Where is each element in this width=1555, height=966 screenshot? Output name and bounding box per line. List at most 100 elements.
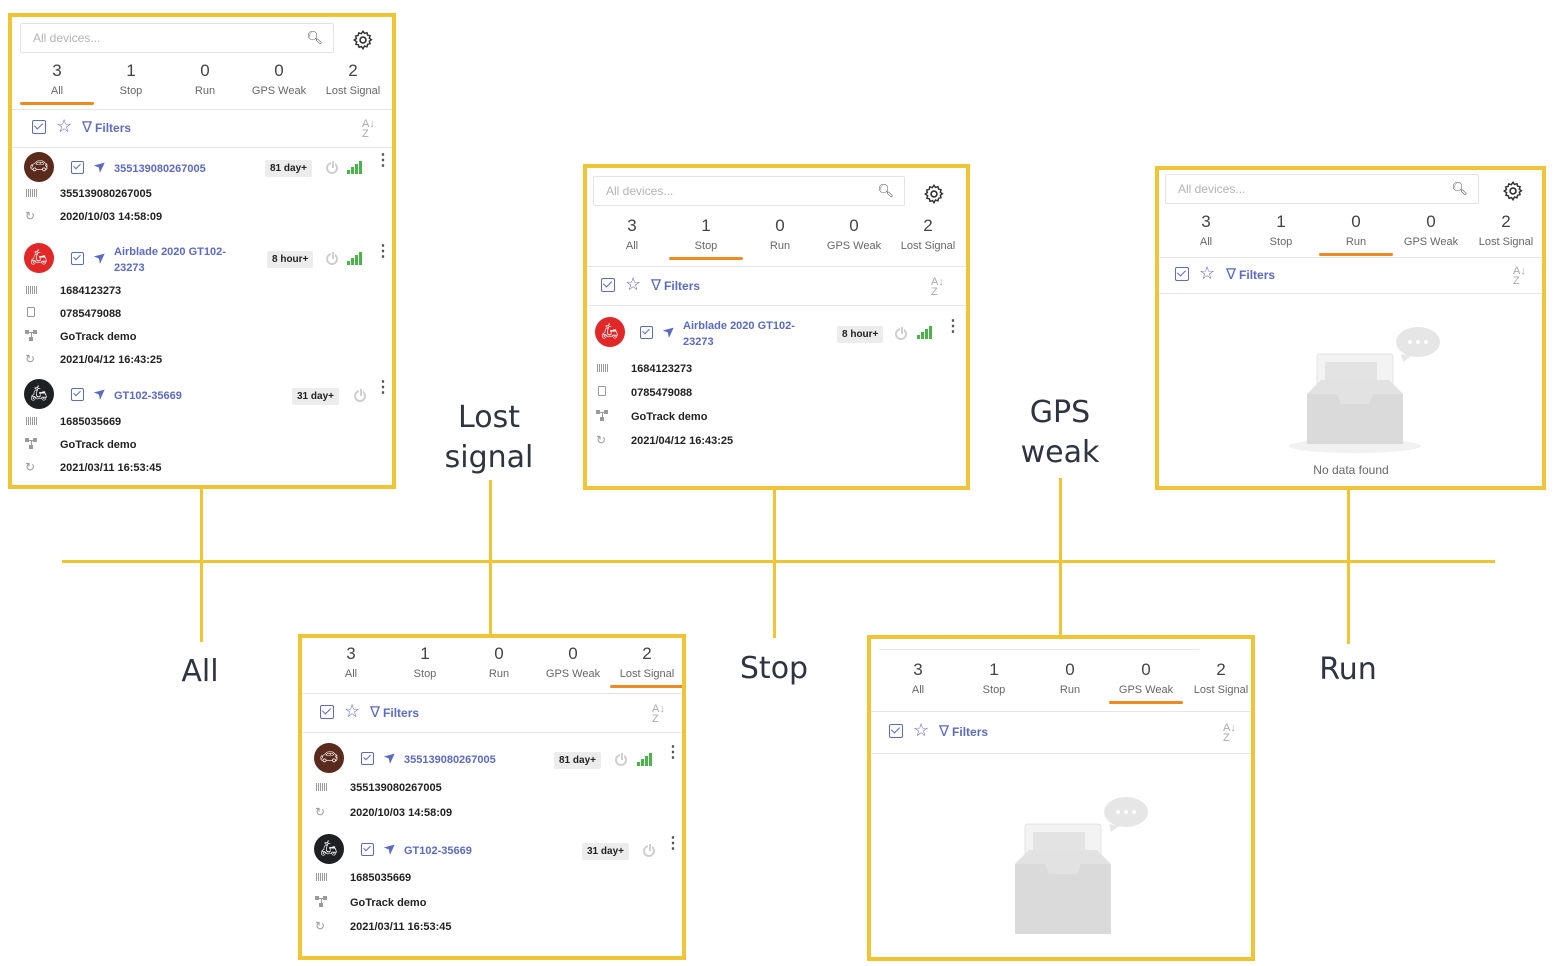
star-icon[interactable]: ☆ (1199, 264, 1215, 282)
search-icon[interactable]: 🔍︎ (877, 177, 894, 205)
device-item[interactable]: 🚗︎ ➤ 355139080267005 81 day+ ⋮ 355139080… (24, 152, 391, 232)
device-item[interactable]: 🛵︎ ➤ Airblade 2020 GT102- 23273 8 hour+ ⋮… (595, 317, 961, 447)
star-icon[interactable]: ☆ (913, 721, 929, 739)
tab-all[interactable]: 3 All (1169, 206, 1243, 250)
device-name[interactable]: GT102-35669 (404, 843, 472, 859)
tab-stop[interactable]: 1 Stop (388, 638, 462, 682)
tab-active-underline (1319, 253, 1393, 256)
tab-gps-weak[interactable]: 0 GPS Weak (817, 210, 891, 254)
tab-run[interactable]: 0 Run (1033, 654, 1107, 698)
select-all-checkbox-icon[interactable] (32, 120, 46, 134)
filters-button[interactable]: ∇ Filters (1226, 265, 1275, 283)
navigate-icon[interactable]: ➤ (380, 837, 401, 859)
tab-count: 0 (1141, 660, 1151, 679)
more-icon[interactable]: ⋮ (665, 836, 681, 852)
tab-stop[interactable]: 1 Stop (957, 654, 1031, 698)
scooter-icon: 🛵︎ (24, 243, 54, 273)
filter-icon: ∇ (82, 119, 93, 136)
device-name[interactable]: GT102-35669 (114, 388, 182, 404)
star-icon[interactable]: ☆ (56, 117, 72, 135)
tab-all[interactable]: 3 All (881, 654, 955, 698)
tab-stop[interactable]: 1 Stop (1244, 206, 1318, 250)
device-item[interactable]: 🛵︎ ➤ Airblade 2020 GT102- 23273 8 hour+ ⋮… (24, 243, 391, 373)
scooter-icon: 🛵︎ (314, 834, 344, 864)
filters-label: Filters (1239, 268, 1276, 282)
checkbox-icon[interactable] (71, 161, 84, 174)
device-imei: 355139080267005 (350, 782, 442, 794)
tab-stop[interactable]: 1 Stop (94, 55, 168, 99)
tab-gps-weak[interactable]: 0 GPS Weak (1109, 654, 1183, 704)
device-group: GoTrack demo (60, 439, 137, 451)
tab-lost-signal[interactable]: 2 Lost Signal (610, 638, 682, 688)
navigate-icon[interactable]: ➤ (380, 746, 401, 768)
sort-icon[interactable]: A↓ Z (931, 277, 944, 298)
search-input[interactable]: All devices... 🔍︎ (1165, 174, 1479, 204)
filters-button[interactable]: ∇ Filters (651, 276, 700, 294)
tab-label: Run (1345, 236, 1367, 248)
filters-button[interactable]: ∇ Filters (82, 118, 131, 136)
select-all-checkbox-icon[interactable] (1175, 267, 1189, 281)
gear-icon[interactable] (923, 183, 945, 205)
tab-stop[interactable]: 1 Stop (669, 210, 743, 260)
tab-count: 2 (642, 644, 652, 663)
filters-button[interactable]: ∇ Filters (939, 722, 988, 740)
checkbox-icon[interactable] (71, 252, 84, 265)
sort-icon[interactable]: A↓ Z (1513, 266, 1526, 287)
status-tabs: 3 All 1 Stop 0 Run 0 GPS Weak 2 Lost Signal (314, 638, 682, 692)
tab-active-underline (1109, 701, 1183, 704)
select-all-checkbox-icon[interactable] (601, 278, 615, 292)
search-icon[interactable]: 🔍︎ (1451, 175, 1468, 203)
tab-lost-signal[interactable]: 2 Lost Signal (1469, 206, 1542, 250)
gear-icon[interactable] (1502, 180, 1524, 202)
more-icon[interactable]: ⋮ (945, 319, 961, 335)
checkbox-icon[interactable] (71, 388, 84, 401)
select-all-checkbox-icon[interactable] (320, 705, 334, 719)
device-name[interactable]: Airblade 2020 GT102- 23273 (114, 244, 226, 276)
more-icon[interactable]: ⋮ (375, 153, 391, 169)
tab-all[interactable]: 3 All (20, 55, 94, 105)
filters-button[interactable]: ∇ Filters (370, 703, 419, 721)
tab-gps-weak[interactable]: 0 GPS Weak (1394, 206, 1468, 250)
tab-run[interactable]: 0 Run (1319, 206, 1393, 256)
gear-icon[interactable] (352, 29, 374, 51)
tab-label: Lost Signal (900, 240, 956, 252)
tab-lost-signal[interactable]: 2 Lost Signal (1184, 654, 1251, 698)
more-icon[interactable]: ⋮ (375, 380, 391, 396)
checkbox-icon[interactable] (640, 326, 653, 339)
tab-all[interactable]: 3 All (595, 210, 669, 254)
connector-stop (773, 488, 776, 638)
star-icon[interactable]: ☆ (625, 275, 641, 293)
navigate-icon[interactable]: ➤ (90, 155, 111, 177)
tab-lost-signal[interactable]: 2 Lost Signal (891, 210, 965, 254)
navigate-icon[interactable]: ➤ (90, 246, 111, 268)
more-icon[interactable]: ⋮ (665, 745, 681, 761)
device-name[interactable]: Airblade 2020 GT102- 23273 (683, 318, 795, 350)
navigate-icon[interactable]: ➤ (659, 320, 680, 342)
select-all-checkbox-icon[interactable] (889, 724, 903, 738)
checkbox-icon[interactable] (361, 752, 374, 765)
tab-all[interactable]: 3 All (314, 638, 388, 682)
search-input[interactable]: All devices... 🔍︎ (593, 176, 905, 206)
search-input[interactable]: All devices... 🔍︎ (20, 23, 334, 53)
sort-icon[interactable]: A↓ Z (1223, 723, 1236, 744)
device-name[interactable]: 355139080267005 (404, 752, 496, 768)
tab-run[interactable]: 0 Run (168, 55, 242, 99)
star-icon[interactable]: ☆ (344, 702, 360, 720)
tab-run[interactable]: 0 Run (462, 638, 536, 682)
tab-label: Lost Signal (619, 668, 675, 680)
sort-icon[interactable]: A↓ Z (362, 119, 375, 140)
device-item[interactable]: 🛵︎ ➤ GT102-35669 31 day+ ⋮ 1685035669 Go… (24, 379, 391, 484)
tab-gps-weak[interactable]: 0 GPS Weak (536, 638, 610, 682)
tab-lost-signal[interactable]: 2 Lost Signal (316, 55, 390, 99)
tab-count: 0 (494, 644, 504, 663)
device-item[interactable]: 🛵︎ ➤ GT102-35669 31 day+ ⋮ 1685035669 Go… (314, 834, 681, 939)
more-icon[interactable]: ⋮ (375, 244, 391, 260)
search-icon[interactable]: 🔍︎ (306, 24, 323, 52)
tab-gps-weak[interactable]: 0 GPS Weak (242, 55, 316, 99)
device-item[interactable]: 🚗︎ ➤ 355139080267005 81 day+ ⋮ 355139080… (314, 743, 681, 823)
device-name[interactable]: 355139080267005 (114, 161, 206, 177)
sort-icon[interactable]: A↓ Z (652, 704, 665, 725)
checkbox-icon[interactable] (361, 843, 374, 856)
navigate-icon[interactable]: ➤ (90, 382, 111, 404)
tab-run[interactable]: 0 Run (743, 210, 817, 254)
